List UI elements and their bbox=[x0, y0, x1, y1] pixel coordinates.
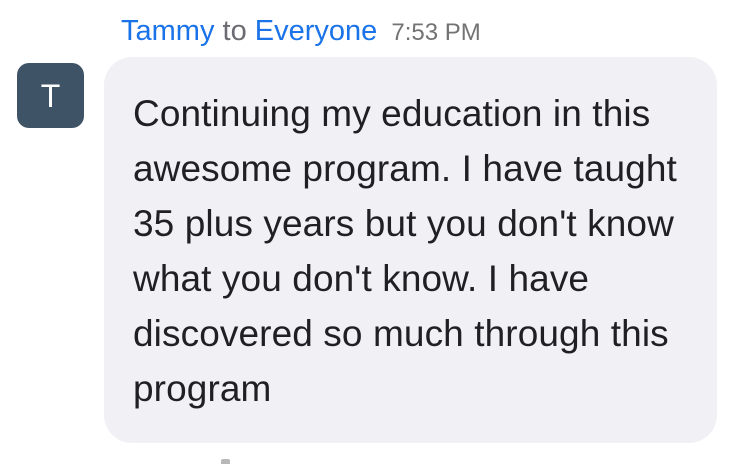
message-bubble: Continuing my education in this awesome … bbox=[104, 57, 717, 443]
recipient-prefix: to bbox=[222, 15, 247, 47]
recipient-name[interactable]: Everyone bbox=[255, 15, 378, 47]
message-timestamp: 7:53 PM bbox=[391, 19, 481, 46]
message-text: Continuing my education in this awesome … bbox=[133, 93, 677, 409]
message-header: Tammy to Everyone 7:53 PM bbox=[121, 12, 481, 50]
partial-cursor-fragment bbox=[221, 459, 230, 464]
avatar-initial: T bbox=[40, 77, 61, 114]
avatar: T bbox=[17, 63, 84, 128]
sender-name[interactable]: Tammy bbox=[121, 15, 214, 47]
chat-message: Tammy to Everyone 7:53 PM T Continuing m… bbox=[0, 0, 749, 464]
